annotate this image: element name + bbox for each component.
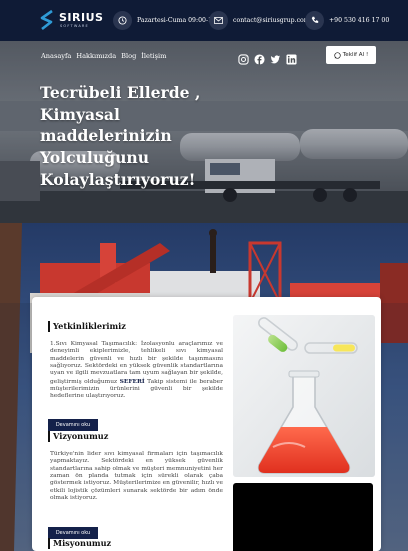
hero-title-line-2: Kimyasal — [40, 104, 120, 124]
competencies-title: Yetkinliklerimiz — [48, 321, 126, 332]
hero-section: Anasayfa Hakkımızda Blog İletişim Teklif… — [0, 41, 408, 223]
mail-icon — [209, 10, 228, 30]
nav-item-contact[interactable]: İletişim — [141, 52, 166, 60]
logo-mark-icon — [40, 9, 53, 31]
contact-email[interactable]: contact@siriusgrup.com — [209, 10, 310, 30]
clock-icon — [113, 10, 132, 30]
chemistry-flask-image — [233, 315, 375, 477]
phone-icon — [305, 10, 324, 30]
video-placeholder[interactable] — [233, 483, 373, 551]
vision-text: Türkiye'nin lider sıvı kimyasal firmalar… — [50, 451, 223, 502]
main-nav: Anasayfa Hakkımızda Blog İletişim — [41, 52, 166, 60]
flask-icon — [233, 315, 375, 477]
get-quote-button[interactable]: Teklif Al ! — [326, 46, 376, 64]
contact-email-text[interactable]: contact@siriusgrup.com — [233, 17, 310, 24]
competencies-text: 1.Sıvı Kimyasal Taşımacılık: İzolasyonlu… — [50, 341, 223, 401]
contact-phone[interactable]: +90 530 416 17 00 — [305, 10, 389, 30]
whatsapp-icon — [334, 51, 341, 59]
hero-title-line-1: Tecrübeli Ellerde , — [40, 83, 201, 102]
competencies-read-more-button[interactable]: Devamını oku — [48, 419, 98, 431]
social-links — [238, 50, 297, 65]
linkedin-icon[interactable] — [286, 50, 297, 65]
logo-name: SIRIUS — [59, 11, 104, 24]
sirius-logo[interactable]: SIRIUS SOFTWARE — [38, 9, 103, 31]
instagram-icon[interactable] — [238, 50, 249, 65]
mission-title: Misyonumuz — [48, 538, 111, 549]
top-bar: SIRIUS SOFTWARE Pazartesi-Cuma 09:00-18:… — [0, 0, 408, 41]
twitter-icon[interactable] — [270, 50, 281, 64]
hero-title-line-3: maddelerinizin — [40, 126, 172, 146]
facebook-icon[interactable] — [254, 50, 265, 65]
get-quote-label: Teklif Al ! — [342, 52, 369, 58]
hero-title-line-4: Yolculuğunu — [40, 148, 150, 168]
vision-title: Vizyonumuz — [48, 431, 108, 442]
logo-subtitle: SOFTWARE — [60, 24, 89, 28]
hero-title-line-5: Kolaylaştırıyoruz! — [40, 169, 196, 189]
hero-title: Tecrübeli Ellerde , Kimyasal maddelerini… — [40, 82, 220, 191]
seferi-highlight: SEFERİ — [119, 377, 145, 385]
nav-item-blog[interactable]: Blog — [121, 52, 136, 60]
nav-item-about[interactable]: Hakkımızda — [76, 52, 116, 60]
nav-item-home[interactable]: Anasayfa — [41, 52, 71, 60]
contact-phone-text[interactable]: +90 530 416 17 00 — [329, 17, 389, 24]
